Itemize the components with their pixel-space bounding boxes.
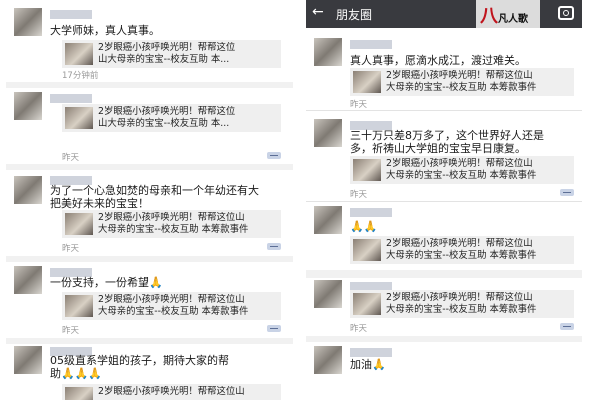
shared-link-card[interactable]: 2岁眼癌小孩呼唤光明！帮帮这位山 大母亲的宝宝--校友互助 本筹款事件: [350, 290, 574, 318]
shared-link-card[interactable]: 2岁眼癌小孩呼唤光明！帮帮这位山 大母亲的宝宝--校友互助 本筹款事件: [62, 210, 281, 238]
comment-menu-icon[interactable]: [560, 189, 574, 196]
avatar[interactable]: [314, 38, 342, 66]
comment-menu-icon[interactable]: [267, 325, 281, 332]
comment-menu-icon[interactable]: [267, 243, 281, 250]
moment-post: 2岁眼癌小孩呼唤光明！帮帮这位山 大母亲的宝宝--校友互助 本筹款事件 昨天: [306, 278, 582, 336]
link-thumbnail: [353, 71, 381, 93]
user-name[interactable]: [350, 348, 392, 357]
post-text: 🙏🙏: [350, 220, 378, 233]
moment-post: 三十万只差8万多了，这个世界好人还是 多，祈祷山大学姐的宝宝早日康复。 2岁眼癌小…: [306, 111, 582, 201]
moment-post: 真人真事，愿滴水成江，渡过难关。 2岁眼癌小孩呼唤光明！帮帮这位山 大母亲的宝宝-…: [306, 28, 582, 110]
shared-link-card[interactable]: 2岁眼癌小孩呼唤光明！帮帮这位山 大母亲的宝宝--校友互助 本筹款事件: [350, 236, 574, 264]
link-title: 2岁眼癌小孩呼唤光明！帮帮这位山 大母亲的宝宝--校友互助 本筹款事件: [98, 294, 249, 317]
moment-post: 2岁眼癌小孩呼唤光明！帮帮这位 山大母亲的宝宝--校友互助 本... 昨天: [6, 88, 293, 164]
post-text: 05级直系学姐的孩子，期待大家的帮 助🙏🙏🙏: [50, 354, 229, 380]
user-name[interactable]: [350, 208, 392, 217]
avatar[interactable]: [314, 119, 342, 147]
moment-post: 加油🙏: [306, 342, 582, 400]
camera-icon[interactable]: [558, 6, 574, 20]
link-title: 2岁眼癌小孩呼唤光明！帮帮这位 山大母亲的宝宝--校友互助 本...: [98, 42, 236, 65]
link-title: 2岁眼癌小孩呼唤光明！帮帮这位山 大母亲的宝宝--校友互助 本筹款事件: [98, 212, 249, 235]
post-time: 昨天: [350, 100, 368, 110]
post-text: 大学师妹，真人真事。: [50, 24, 160, 37]
link-thumbnail: [353, 239, 381, 261]
link-title: 2岁眼癌小孩呼唤光明！帮帮这位 山大母亲的宝宝--校友互助 本...: [98, 106, 236, 129]
post-time: 昨天: [62, 326, 80, 336]
avatar[interactable]: [14, 8, 42, 36]
link-thumbnail: [353, 159, 381, 181]
link-thumbnail: [65, 295, 93, 317]
link-title: 2岁眼癌小孩呼唤光明！帮帮这位山 大母亲的宝宝--校友互助 本筹款事件: [386, 70, 537, 93]
shared-link-card[interactable]: 2岁眼癌小孩呼唤光明！帮帮这位 山大母亲的宝宝--校友互助 本...: [62, 40, 281, 68]
link-title: 2岁眼癌小孩呼唤光明！帮帮这位山: [98, 386, 245, 397]
avatar[interactable]: [14, 266, 42, 294]
avatar[interactable]: [314, 346, 342, 374]
link-thumbnail: [65, 107, 93, 129]
shared-link-card[interactable]: 2岁眼癌小孩呼唤光明！帮帮这位 山大母亲的宝宝--校友互助 本...: [62, 104, 281, 132]
avatar[interactable]: [314, 280, 342, 308]
user-name[interactable]: [350, 40, 392, 49]
moment-post: 大学师妹，真人真事。 2岁眼癌小孩呼唤光明！帮帮这位 山大母亲的宝宝--校友互助 …: [6, 0, 293, 82]
post-text: 加油🙏: [350, 358, 386, 371]
post-time: 昨天: [350, 190, 368, 200]
post-time: 昨天: [62, 244, 80, 254]
page-title: 朋友圈: [336, 8, 373, 22]
avatar[interactable]: [14, 346, 42, 374]
avatar[interactable]: [314, 206, 342, 234]
post-time: 昨天: [62, 153, 80, 163]
user-name[interactable]: [50, 10, 92, 19]
post-text: 三十万只差8万多了，这个世界好人还是 多，祈祷山大学姐的宝宝早日康复。: [350, 129, 544, 155]
shared-link-card[interactable]: 2岁眼癌小孩呼唤光明！帮帮这位山: [62, 384, 281, 400]
link-title: 2岁眼癌小孩呼唤光明！帮帮这位山 大母亲的宝宝--校友互助 本筹款事件: [386, 292, 537, 315]
link-thumbnail: [65, 387, 93, 400]
link-thumbnail: [65, 213, 93, 235]
right-moments-feed: ← 朋友圈 八 凡人歌 真人真事，愿滴水成江，渡过难关。 2岁眼癌小孩呼唤光明！…: [306, 0, 582, 400]
shared-link-card[interactable]: 2岁眼癌小孩呼唤光明！帮帮这位山 大母亲的宝宝--校友互助 本筹款事件: [62, 292, 281, 320]
moment-post: 🙏🙏 2岁眼癌小孩呼唤光明！帮帮这位山 大母亲的宝宝--校友互助 本筹款事件: [306, 202, 582, 270]
wechat-moments-header: ← 朋友圈 八 凡人歌: [306, 0, 582, 28]
comment-menu-icon[interactable]: [560, 323, 574, 330]
back-arrow-icon[interactable]: ←: [312, 4, 324, 20]
post-text: 为了一个心急如焚的母亲和一个年幼还有大 把美好未来的宝宝！: [50, 184, 259, 210]
logo-mark: 八: [480, 6, 498, 27]
post-time: 17分钟前: [62, 71, 99, 81]
link-title: 2岁眼癌小孩呼唤光明！帮帮这位山 大母亲的宝宝--校友互助 本筹款事件: [386, 158, 537, 181]
left-moments-feed: 大学师妹，真人真事。 2岁眼癌小孩呼唤光明！帮帮这位 山大母亲的宝宝--校友互助 …: [6, 0, 293, 400]
moment-post: 一份支持，一份希望🙏 2岁眼癌小孩呼唤光明！帮帮这位山 大母亲的宝宝--校友互助 …: [6, 262, 293, 338]
logo-text: 凡人歌: [498, 14, 528, 25]
moment-post: 为了一个心急如焚的母亲和一个年幼还有大 把美好未来的宝宝！ 2岁眼癌小孩呼唤光明！…: [6, 170, 293, 256]
post-text: 一份支持，一份希望🙏: [50, 276, 163, 289]
avatar[interactable]: [14, 176, 42, 204]
link-title: 2岁眼癌小孩呼唤光明！帮帮这位山 大母亲的宝宝--校友互助 本筹款事件: [386, 238, 537, 261]
comment-menu-icon[interactable]: [267, 152, 281, 159]
avatar[interactable]: [14, 92, 42, 120]
link-thumbnail: [353, 293, 381, 315]
user-name[interactable]: [50, 94, 92, 103]
watermark-logo: 八 凡人歌: [476, 0, 540, 28]
post-text: 真人真事，愿滴水成江，渡过难关。: [350, 54, 526, 67]
post-time: 昨天: [350, 324, 368, 334]
link-thumbnail: [65, 43, 93, 65]
shared-link-card[interactable]: 2岁眼癌小孩呼唤光明！帮帮这位山 大母亲的宝宝--校友互助 本筹款事件: [350, 68, 574, 96]
shared-link-card[interactable]: 2岁眼癌小孩呼唤光明！帮帮这位山 大母亲的宝宝--校友互助 本筹款事件: [350, 156, 574, 184]
moment-post: 05级直系学姐的孩子，期待大家的帮 助🙏🙏🙏 2岁眼癌小孩呼唤光明！帮帮这位山: [6, 344, 293, 400]
